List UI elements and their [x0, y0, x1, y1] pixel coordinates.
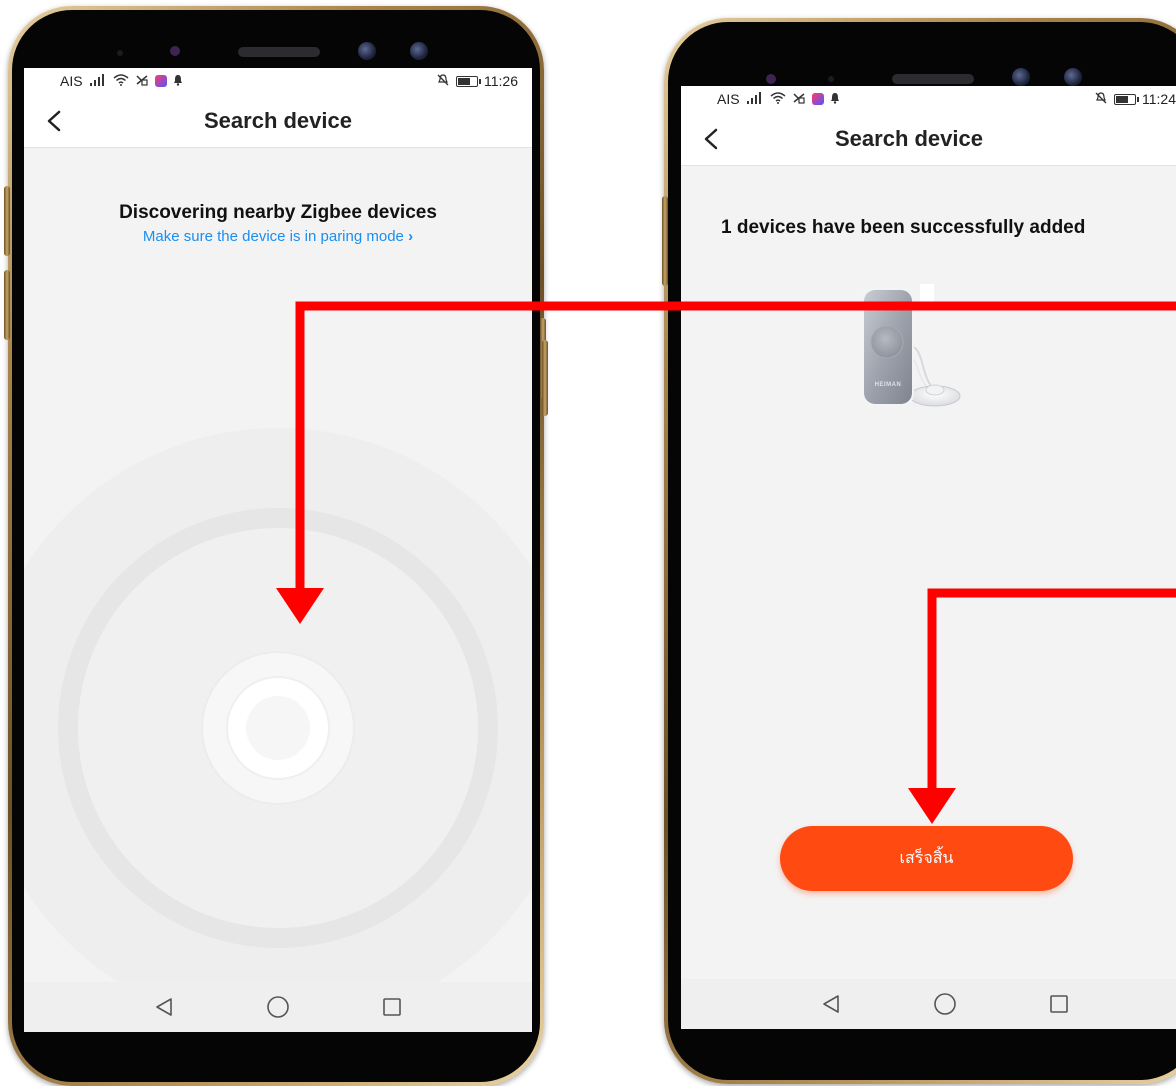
- nav-home-button[interactable]: [263, 992, 293, 1022]
- back-button[interactable]: [693, 121, 729, 157]
- carrier-label: AIS: [60, 73, 83, 89]
- carrier-label: AIS: [717, 91, 740, 107]
- square-recents-icon: [383, 998, 401, 1016]
- status-time: 11:24: [1142, 91, 1176, 107]
- triangle-back-icon: [156, 998, 172, 1016]
- bell-icon: [830, 92, 840, 107]
- status-bar: AIS: [681, 86, 1176, 112]
- no-sim-icon: [792, 92, 806, 107]
- earpiece-speaker: [892, 74, 974, 84]
- wifi-icon: [113, 73, 129, 89]
- right-screen: AIS 11:24 Search device 1 devices have b…: [681, 86, 1176, 1029]
- front-camera-secondary: [410, 42, 428, 60]
- proximity-sensor: [828, 76, 834, 82]
- wifi-icon: [770, 91, 786, 107]
- earpiece-speaker: [238, 47, 320, 57]
- app-notification-icon: [154, 75, 167, 87]
- left-phone-frame: AIS 11:26 Search device Discovering near…: [8, 6, 544, 1086]
- status-time: 11:26: [484, 73, 518, 89]
- chevron-left-icon: [704, 128, 718, 149]
- status-bar: AIS: [24, 68, 532, 94]
- proximity-sensor: [117, 50, 123, 56]
- nav-back-button[interactable]: [149, 992, 179, 1022]
- square-recents-icon: [1049, 995, 1068, 1013]
- page-title: Search device: [204, 107, 352, 133]
- nav-recents-button[interactable]: [377, 992, 407, 1022]
- volume-button-lower: [4, 270, 10, 340]
- nav-recents-button[interactable]: [1044, 989, 1074, 1019]
- chevron-left-icon: [47, 110, 61, 131]
- signal-icon: [746, 91, 764, 107]
- right-phone-frame: AIS 11:24 Search device 1 devices have b…: [664, 18, 1176, 1084]
- triangle-back-icon: [822, 995, 839, 1013]
- circle-home-icon: [933, 993, 956, 1015]
- left-screen: AIS 11:26 Search device Discovering near…: [24, 68, 532, 1032]
- back-button[interactable]: [36, 103, 72, 139]
- front-sensor: [170, 46, 180, 56]
- no-sim-icon: [135, 74, 149, 89]
- front-camera-secondary: [1064, 68, 1082, 86]
- mute-icon: [1094, 91, 1108, 108]
- mute-icon: [436, 73, 450, 90]
- chevron-right-icon: ›: [408, 228, 414, 245]
- front-camera: [1012, 68, 1030, 86]
- app-notification-icon: [811, 93, 824, 105]
- device-brand-label: HEIMAN: [875, 382, 902, 388]
- success-message: 1 devices have been successfully added: [721, 217, 1086, 238]
- front-sensor: [766, 74, 776, 84]
- pairing-mode-link-text: Make sure the device is in paring mode: [142, 228, 404, 245]
- power-button: [542, 340, 548, 416]
- front-camera: [358, 42, 376, 60]
- page-title: Search device: [835, 125, 983, 151]
- app-header: Search device: [24, 94, 532, 148]
- done-button[interactable]: เสร็จสิ้น: [780, 826, 1073, 891]
- bell-icon: [173, 74, 183, 89]
- nav-back-button[interactable]: [816, 989, 846, 1019]
- battery-icon: [1114, 93, 1139, 105]
- circle-home-icon: [267, 996, 289, 1018]
- discovering-heading: Discovering nearby Zigbee devices: [119, 202, 437, 223]
- signal-icon: [89, 73, 107, 89]
- radar-core: [246, 696, 310, 760]
- left-phone-body: AIS 11:26 Search device Discovering near…: [12, 10, 540, 1082]
- volume-button: [4, 186, 10, 256]
- water-leak-sensor-image: HEIMAN: [860, 284, 961, 407]
- pairing-mode-link[interactable]: Make sure the device is in paring mode ›: [24, 228, 532, 245]
- system-nav-bar: [24, 982, 532, 1032]
- app-header: Search device: [681, 112, 1176, 166]
- right-phone-body: AIS 11:24 Search device 1 devices have b…: [668, 22, 1176, 1080]
- battery-icon: [456, 75, 481, 87]
- volume-button: [662, 196, 668, 286]
- nav-home-button[interactable]: [930, 989, 960, 1019]
- device-image: HEIMAN: [834, 282, 964, 412]
- system-nav-bar: [681, 979, 1176, 1029]
